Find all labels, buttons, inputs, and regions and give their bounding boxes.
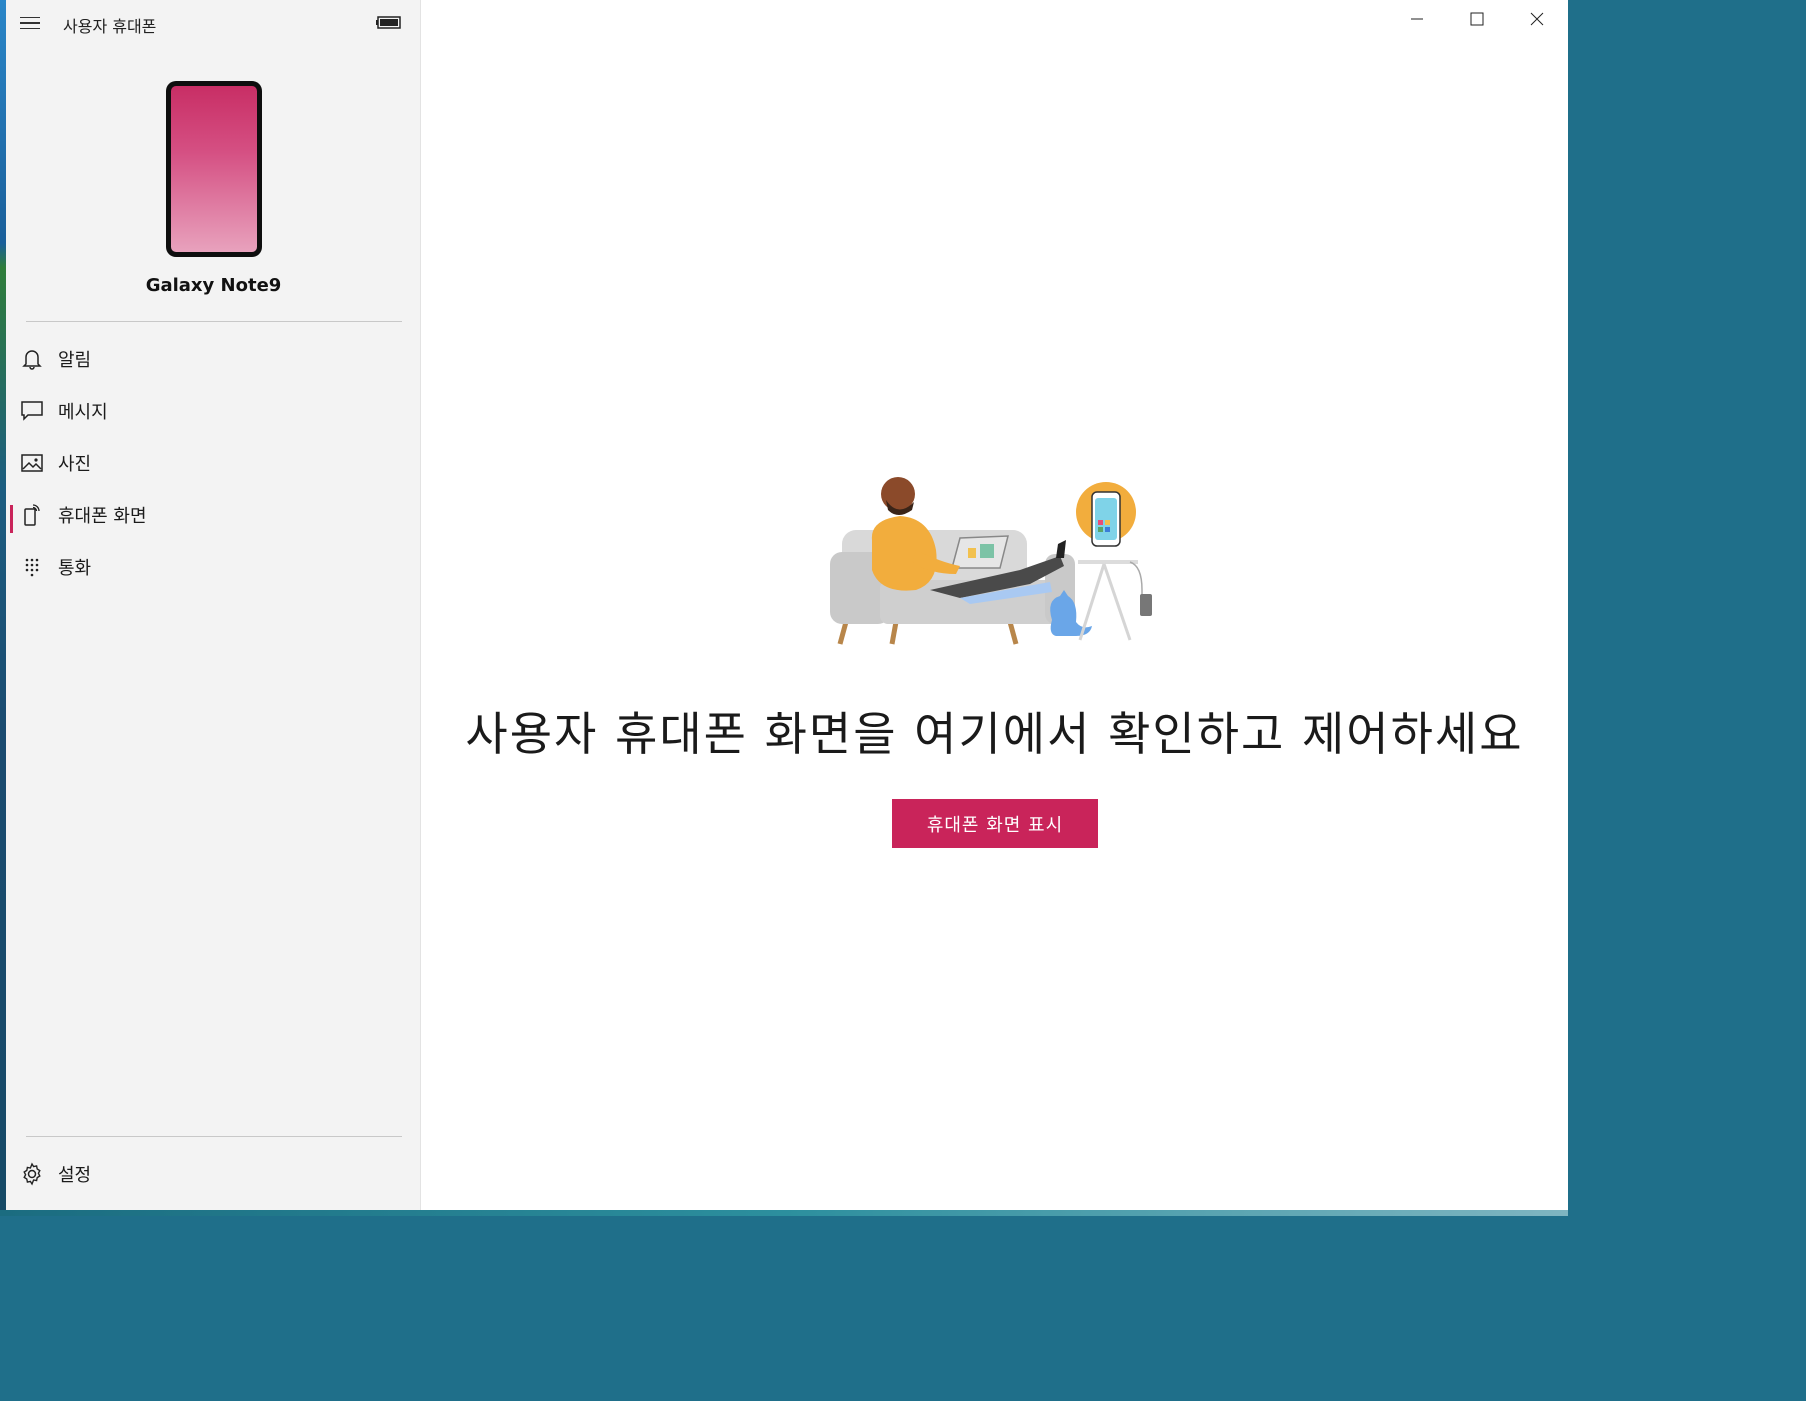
battery-icon — [376, 16, 401, 29]
sidebar-item-label: 통화 — [58, 558, 92, 579]
phone-image — [166, 81, 262, 257]
sidebar-item-phone-screen[interactable]: 휴대폰 화면 — [6, 489, 421, 541]
app-title: 사용자 휴대폰 — [63, 17, 157, 36]
sidebar-item-label: 메시지 — [58, 402, 108, 423]
gear-icon — [20, 1162, 44, 1186]
device-name: Galaxy Note9 — [145, 275, 282, 296]
taskbar-edge — [0, 1210, 1568, 1216]
photo-icon — [20, 451, 44, 475]
bell-icon — [20, 347, 44, 371]
sidebar-divider-top — [26, 321, 402, 322]
close-button[interactable] — [1507, 0, 1567, 38]
close-icon — [1530, 12, 1544, 26]
phone-screen-icon — [20, 503, 44, 527]
settings-label: 설정 — [58, 1165, 92, 1186]
dialpad-icon — [20, 555, 44, 579]
sidebar-nav: 알림 메시지 사진 휴대폰 화면 통화 — [6, 333, 421, 593]
sidebar-item-label: 사진 — [58, 454, 92, 475]
message-icon — [20, 399, 44, 423]
app-window: 사용자 휴대폰 Galaxy Note9 알림 메시지 사진 휴대폰 화면 통화… — [6, 0, 1568, 1210]
maximize-button[interactable] — [1447, 0, 1507, 38]
person-on-couch-illustration — [830, 477, 1152, 645]
sidebar-item-messages[interactable]: 메시지 — [6, 385, 421, 437]
page-headline: 사용자 휴대폰 화면을 여기에서 확인하고 제어하세요 — [465, 707, 1524, 761]
sidebar-item-label: 알림 — [58, 350, 92, 371]
maximize-icon — [1470, 12, 1484, 26]
sidebar-item-notifications[interactable]: 알림 — [6, 333, 421, 385]
sidebar-item-calls[interactable]: 통화 — [6, 541, 421, 593]
sidebar-item-label: 휴대폰 화면 — [58, 506, 147, 527]
title-bar: 사용자 휴대폰 — [6, 0, 421, 46]
sidebar: 사용자 휴대폰 Galaxy Note9 알림 메시지 사진 휴대폰 화면 통화… — [6, 0, 421, 1210]
show-phone-screen-button[interactable]: 휴대폰 화면 표시 — [892, 799, 1098, 848]
sidebar-divider-bottom — [26, 1136, 402, 1137]
minimize-button[interactable] — [1387, 0, 1447, 38]
minimize-icon — [1411, 18, 1423, 20]
hamburger-menu-icon[interactable] — [20, 12, 44, 34]
sidebar-item-photos[interactable]: 사진 — [6, 437, 421, 489]
sidebar-item-settings[interactable]: 설정 — [6, 1148, 421, 1200]
